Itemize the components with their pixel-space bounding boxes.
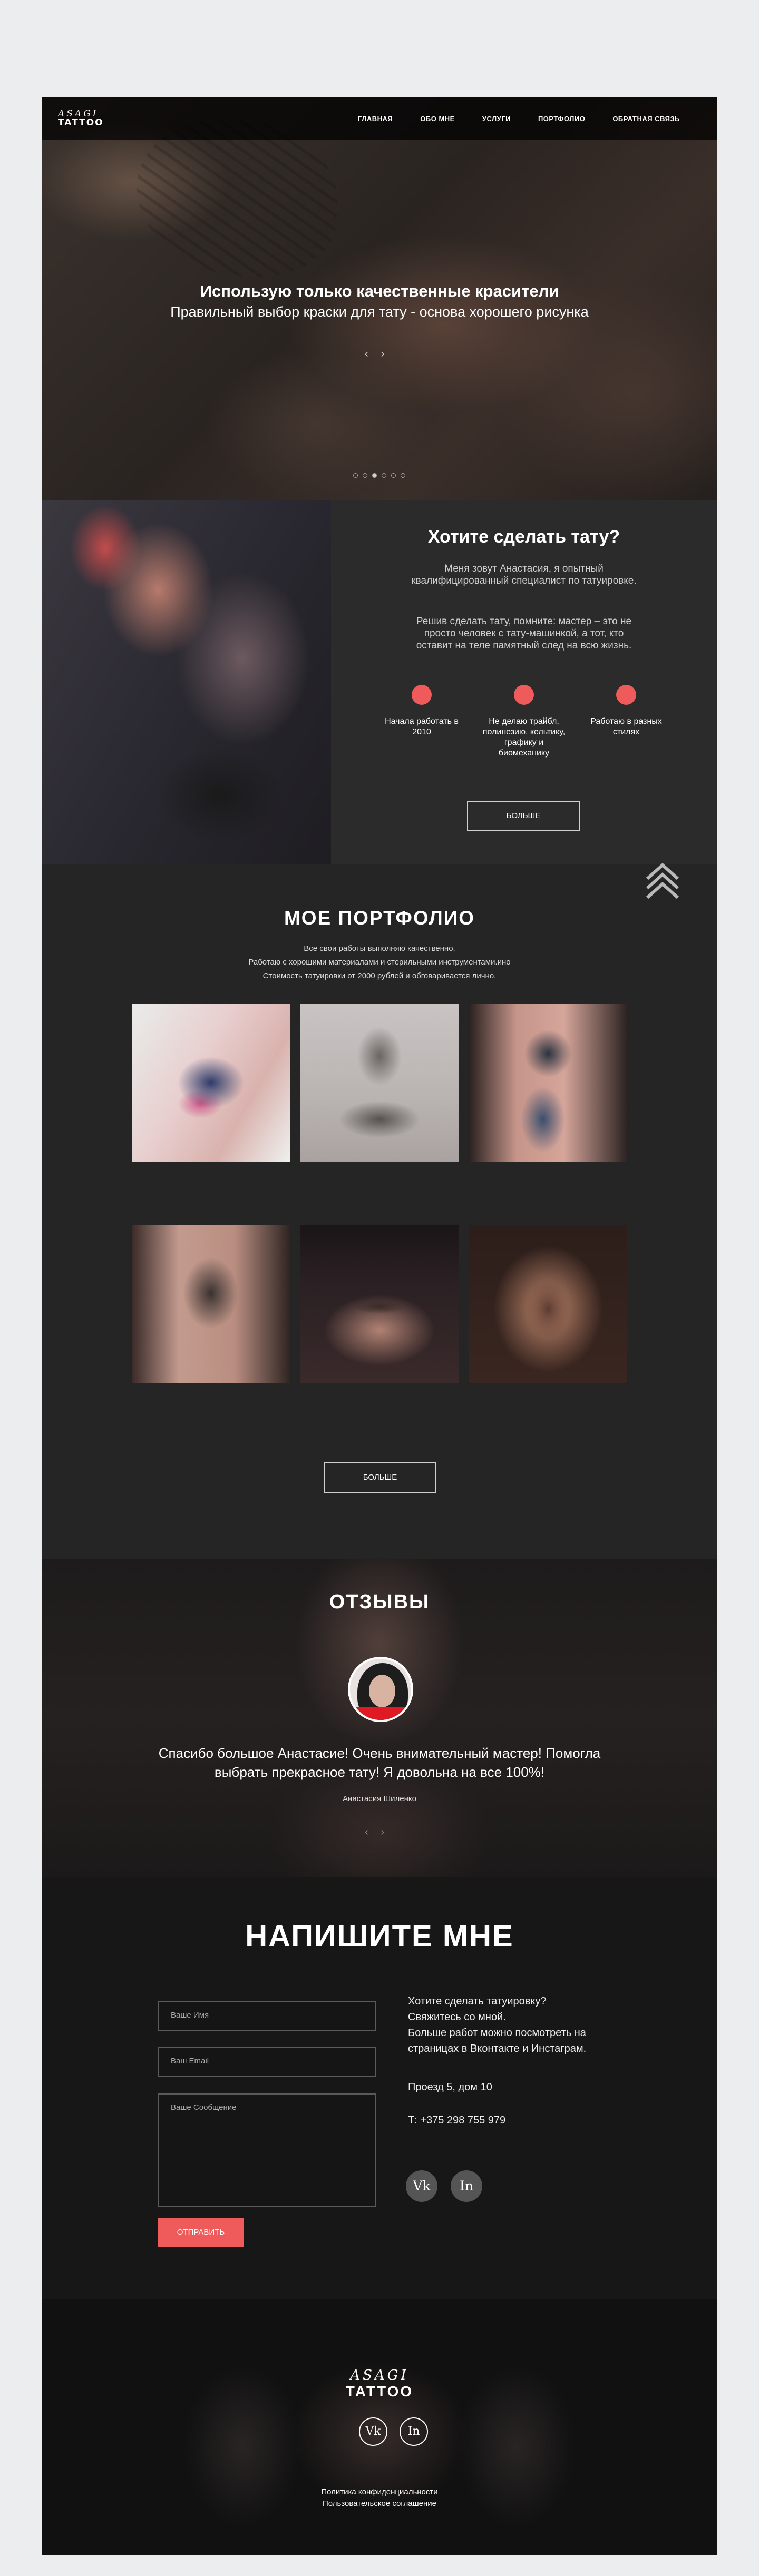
slider-dot[interactable] (353, 473, 358, 478)
contact-section: НАПИШИТЕ МНЕ Ваше Имя Ваш Email Ваше Соо… (42, 1877, 717, 2299)
slider-dots (353, 473, 405, 478)
feature-dot (616, 685, 636, 705)
portfolio-image-3[interactable] (469, 1004, 627, 1162)
hero-title: Использую только качественные красители (200, 282, 559, 300)
slider-dot[interactable] (401, 473, 405, 478)
footer: ASAGI TATTOO Vk In Политика конфиденциал… (42, 2299, 717, 2555)
page: ASAGI TATTOO ГЛАВНАЯ ОБО МНЕ УСЛУГИ ПОРТ… (42, 97, 717, 2555)
about-note: Решив сделать тату, помните: мастер – эт… (416, 616, 632, 651)
hero-subtitle: Правильный выбор краски для тату - основ… (170, 304, 589, 320)
site-logo[interactable]: ASAGI TATTOO (58, 110, 104, 127)
about-photo (42, 500, 331, 864)
main-nav: ГЛАВНАЯ ОБО МНЕ УСЛУГИ ПОРТФОЛИО ОБРАТНА… (358, 115, 680, 123)
portfolio-image-6[interactable] (469, 1225, 627, 1383)
email-field[interactable]: Ваш Email (158, 2047, 376, 2077)
chevron-right-icon[interactable]: › (381, 348, 385, 360)
chevron-left-icon[interactable]: ‹ (365, 1826, 368, 1838)
about-title: Хотите сделать тату? (427, 527, 620, 547)
portfolio-image-2[interactable] (300, 1004, 459, 1162)
scroll-top-icon[interactable] (644, 859, 681, 901)
navbar: ASAGI TATTOO ГЛАВНАЯ ОБО МНЕ УСЛУГИ ПОРТ… (42, 97, 717, 140)
nav-about[interactable]: ОБО МНЕ (420, 115, 455, 123)
vk-icon[interactable]: Vk (406, 2170, 437, 2202)
contact-title: НАПИШИТЕ МНЕ (245, 1919, 514, 1953)
name-field[interactable]: Ваше Имя (158, 2001, 376, 2031)
about-text: Хотите сделать тату? Меня зовут Анастаси… (331, 500, 717, 864)
portfolio-description: Все свои работы выполняю качественно. Ра… (248, 944, 511, 980)
instagram-icon[interactable]: In (451, 2170, 482, 2202)
reviews-title: ОТЗЫВЫ (329, 1591, 430, 1613)
slider-dot[interactable] (363, 473, 367, 478)
instagram-icon[interactable]: In (400, 2417, 428, 2446)
hero-slider: ASAGI TATTOO ГЛАВНАЯ ОБО МНЕ УСЛУГИ ПОРТ… (42, 97, 717, 500)
contact-info: Хотите сделать татуировку? Свяжитесь со … (408, 1995, 587, 2054)
about-intro: Меня зовут Анастасия, я опытный квалифиц… (411, 563, 637, 586)
portfolio-title: МОЕ ПОРТФОЛИО (284, 907, 475, 929)
portfolio-image-4[interactable] (132, 1225, 290, 1383)
slider-dot[interactable] (372, 473, 377, 478)
review-author: Анастасия Шиленко (343, 1794, 416, 1803)
vk-icon[interactable]: Vk (359, 2417, 387, 2446)
footer-logo[interactable]: ASAGI TATTOO (42, 2367, 717, 2400)
portfolio-more-button[interactable]: БОЛЬШЕ (324, 1462, 436, 1493)
feature-styles: Работаю в разных стилях (581, 685, 671, 738)
nav-contact[interactable]: ОБРАТНАЯ СВЯЗЬ (612, 115, 680, 123)
privacy-link[interactable]: Политика конфиденциальности (42, 2487, 717, 2496)
chevron-right-icon[interactable]: › (381, 1826, 385, 1838)
review-text: Спасибо большое Анастасие! Очень внимате… (158, 1745, 601, 1780)
about-section: Хотите сделать тату? Меня зовут Анастаси… (42, 500, 717, 864)
reviews-section: ОТЗЫВЫ Спасибо большое Анастасие! Очень … (42, 1559, 717, 1877)
contact-address: Проезд 5, дом 10 (408, 2081, 492, 2093)
portfolio-image-5[interactable] (300, 1225, 459, 1383)
slider-dot[interactable] (382, 473, 386, 478)
reviewer-avatar (348, 1657, 413, 1722)
nav-portfolio[interactable]: ПОРТФОЛИО (538, 115, 585, 123)
feature-styles-excluded: Не делаю трайбл, полинезию, кельтику, гр… (479, 685, 569, 759)
send-button[interactable]: ОТПРАВИТЬ (158, 2218, 244, 2247)
feature-since: Начала работать в 2010 (377, 685, 466, 738)
portfolio-section: МОЕ ПОРТФОЛИО Все свои работы выполняю к… (42, 862, 717, 1559)
nav-home[interactable]: ГЛАВНАЯ (358, 115, 393, 123)
slider-dot[interactable] (391, 473, 396, 478)
feature-dot (412, 685, 432, 705)
message-field[interactable]: Ваше Сообщение (158, 2093, 376, 2207)
nav-services[interactable]: УСЛУГИ (482, 115, 511, 123)
review-arrows: ‹ › (365, 1826, 384, 1838)
about-more-button[interactable]: БОЛЬШЕ (467, 801, 580, 831)
feature-dot (514, 685, 534, 705)
hero-arrows: ‹ › (365, 348, 384, 360)
contact-phone: Т: +375 298 755 979 (408, 2115, 506, 2126)
chevron-left-icon[interactable]: ‹ (365, 348, 368, 360)
logo-bottom: TATTOO (58, 117, 104, 128)
agreement-link[interactable]: Пользовательское соглашение (42, 2499, 717, 2508)
portfolio-image-1[interactable] (132, 1004, 290, 1162)
